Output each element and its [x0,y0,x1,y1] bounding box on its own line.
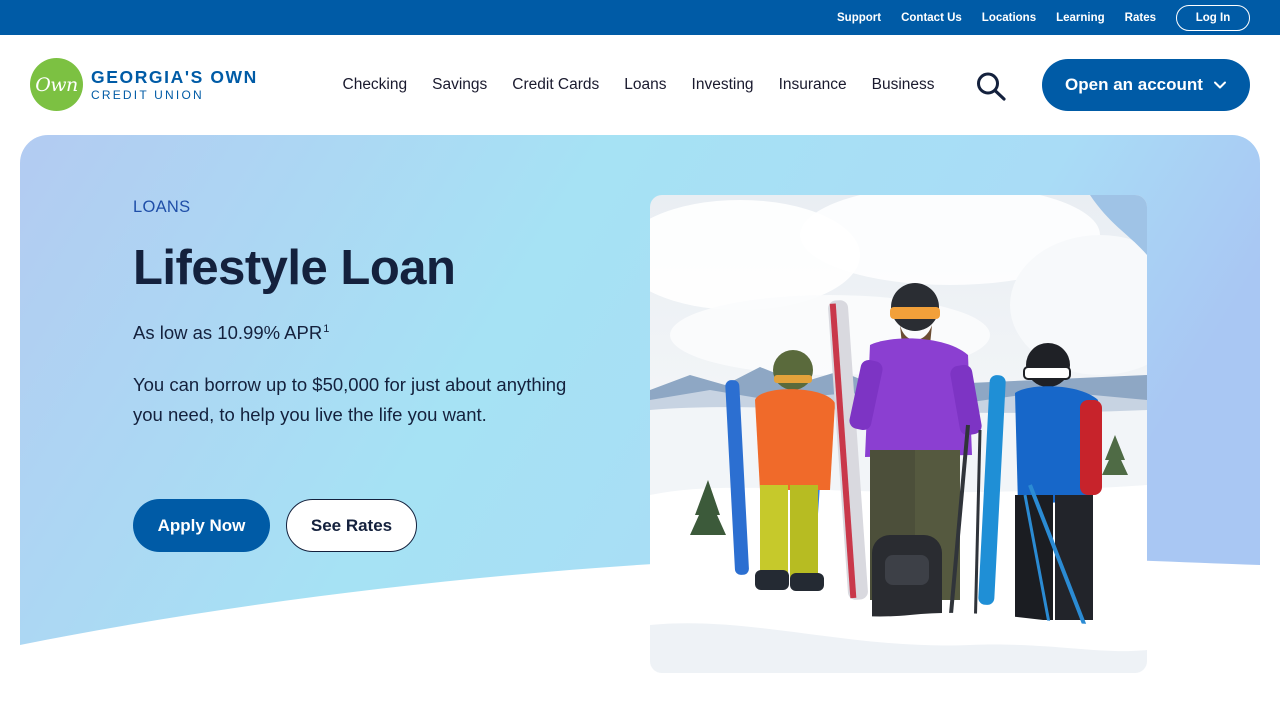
hero-description: You can borrow up to $50,000 for just ab… [133,374,567,425]
apr-footnote[interactable]: 1 [323,323,329,335]
nav-item-loans[interactable]: Loans [624,76,666,94]
page-title: Lifestyle Loan [133,241,456,295]
open-account-button[interactable]: Open an account [1042,59,1250,111]
apr-text: As low as 10.99% APR [133,322,323,343]
utility-link-support[interactable]: Support [837,12,881,24]
nav-item-checking[interactable]: Checking [343,76,408,94]
brand-logo[interactable]: Own GEORGIA'S OWN CREDIT UNION [30,58,258,111]
hero-photo [650,195,1147,673]
hero-eyebrow: LOANS [133,198,191,216]
nav-item-business[interactable]: Business [872,76,935,94]
site-header: Own GEORGIA'S OWN CREDIT UNION Checking … [0,35,1280,135]
logo-name-line1: GEORGIA'S OWN [91,66,258,87]
apply-now-button[interactable]: Apply Now [133,499,270,552]
utility-bar: Support Contact Us Locations Learning Ra… [0,0,1280,35]
nav-item-savings[interactable]: Savings [432,76,487,94]
ski-family-illustration [650,195,1147,673]
nav-item-investing[interactable]: Investing [692,76,754,94]
nav-item-credit-cards[interactable]: Credit Cards [512,76,599,94]
chevron-down-icon [1213,81,1226,89]
open-account-label: Open an account [1065,75,1203,94]
search-icon[interactable] [975,71,1007,101]
see-rates-button[interactable]: See Rates [286,499,417,552]
nav-item-insurance[interactable]: Insurance [779,76,847,94]
utility-links: Support Contact Us Locations Learning Ra… [817,0,1250,35]
utility-link-rates[interactable]: Rates [1125,12,1156,24]
apr-rate: As low as 10.99% APR1 [133,322,329,344]
logo-mark: Own [30,58,83,111]
utility-link-contact-us[interactable]: Contact Us [901,12,962,24]
main-nav: Checking Savings Credit Cards Loans Inve… [330,35,947,135]
utility-link-learning[interactable]: Learning [1056,12,1105,24]
utility-link-locations[interactable]: Locations [982,12,1036,24]
logo-wordmark: GEORGIA'S OWN CREDIT UNION [91,66,258,102]
login-button[interactable]: Log In [1176,4,1250,31]
logo-name-line2: CREDIT UNION [91,87,204,102]
